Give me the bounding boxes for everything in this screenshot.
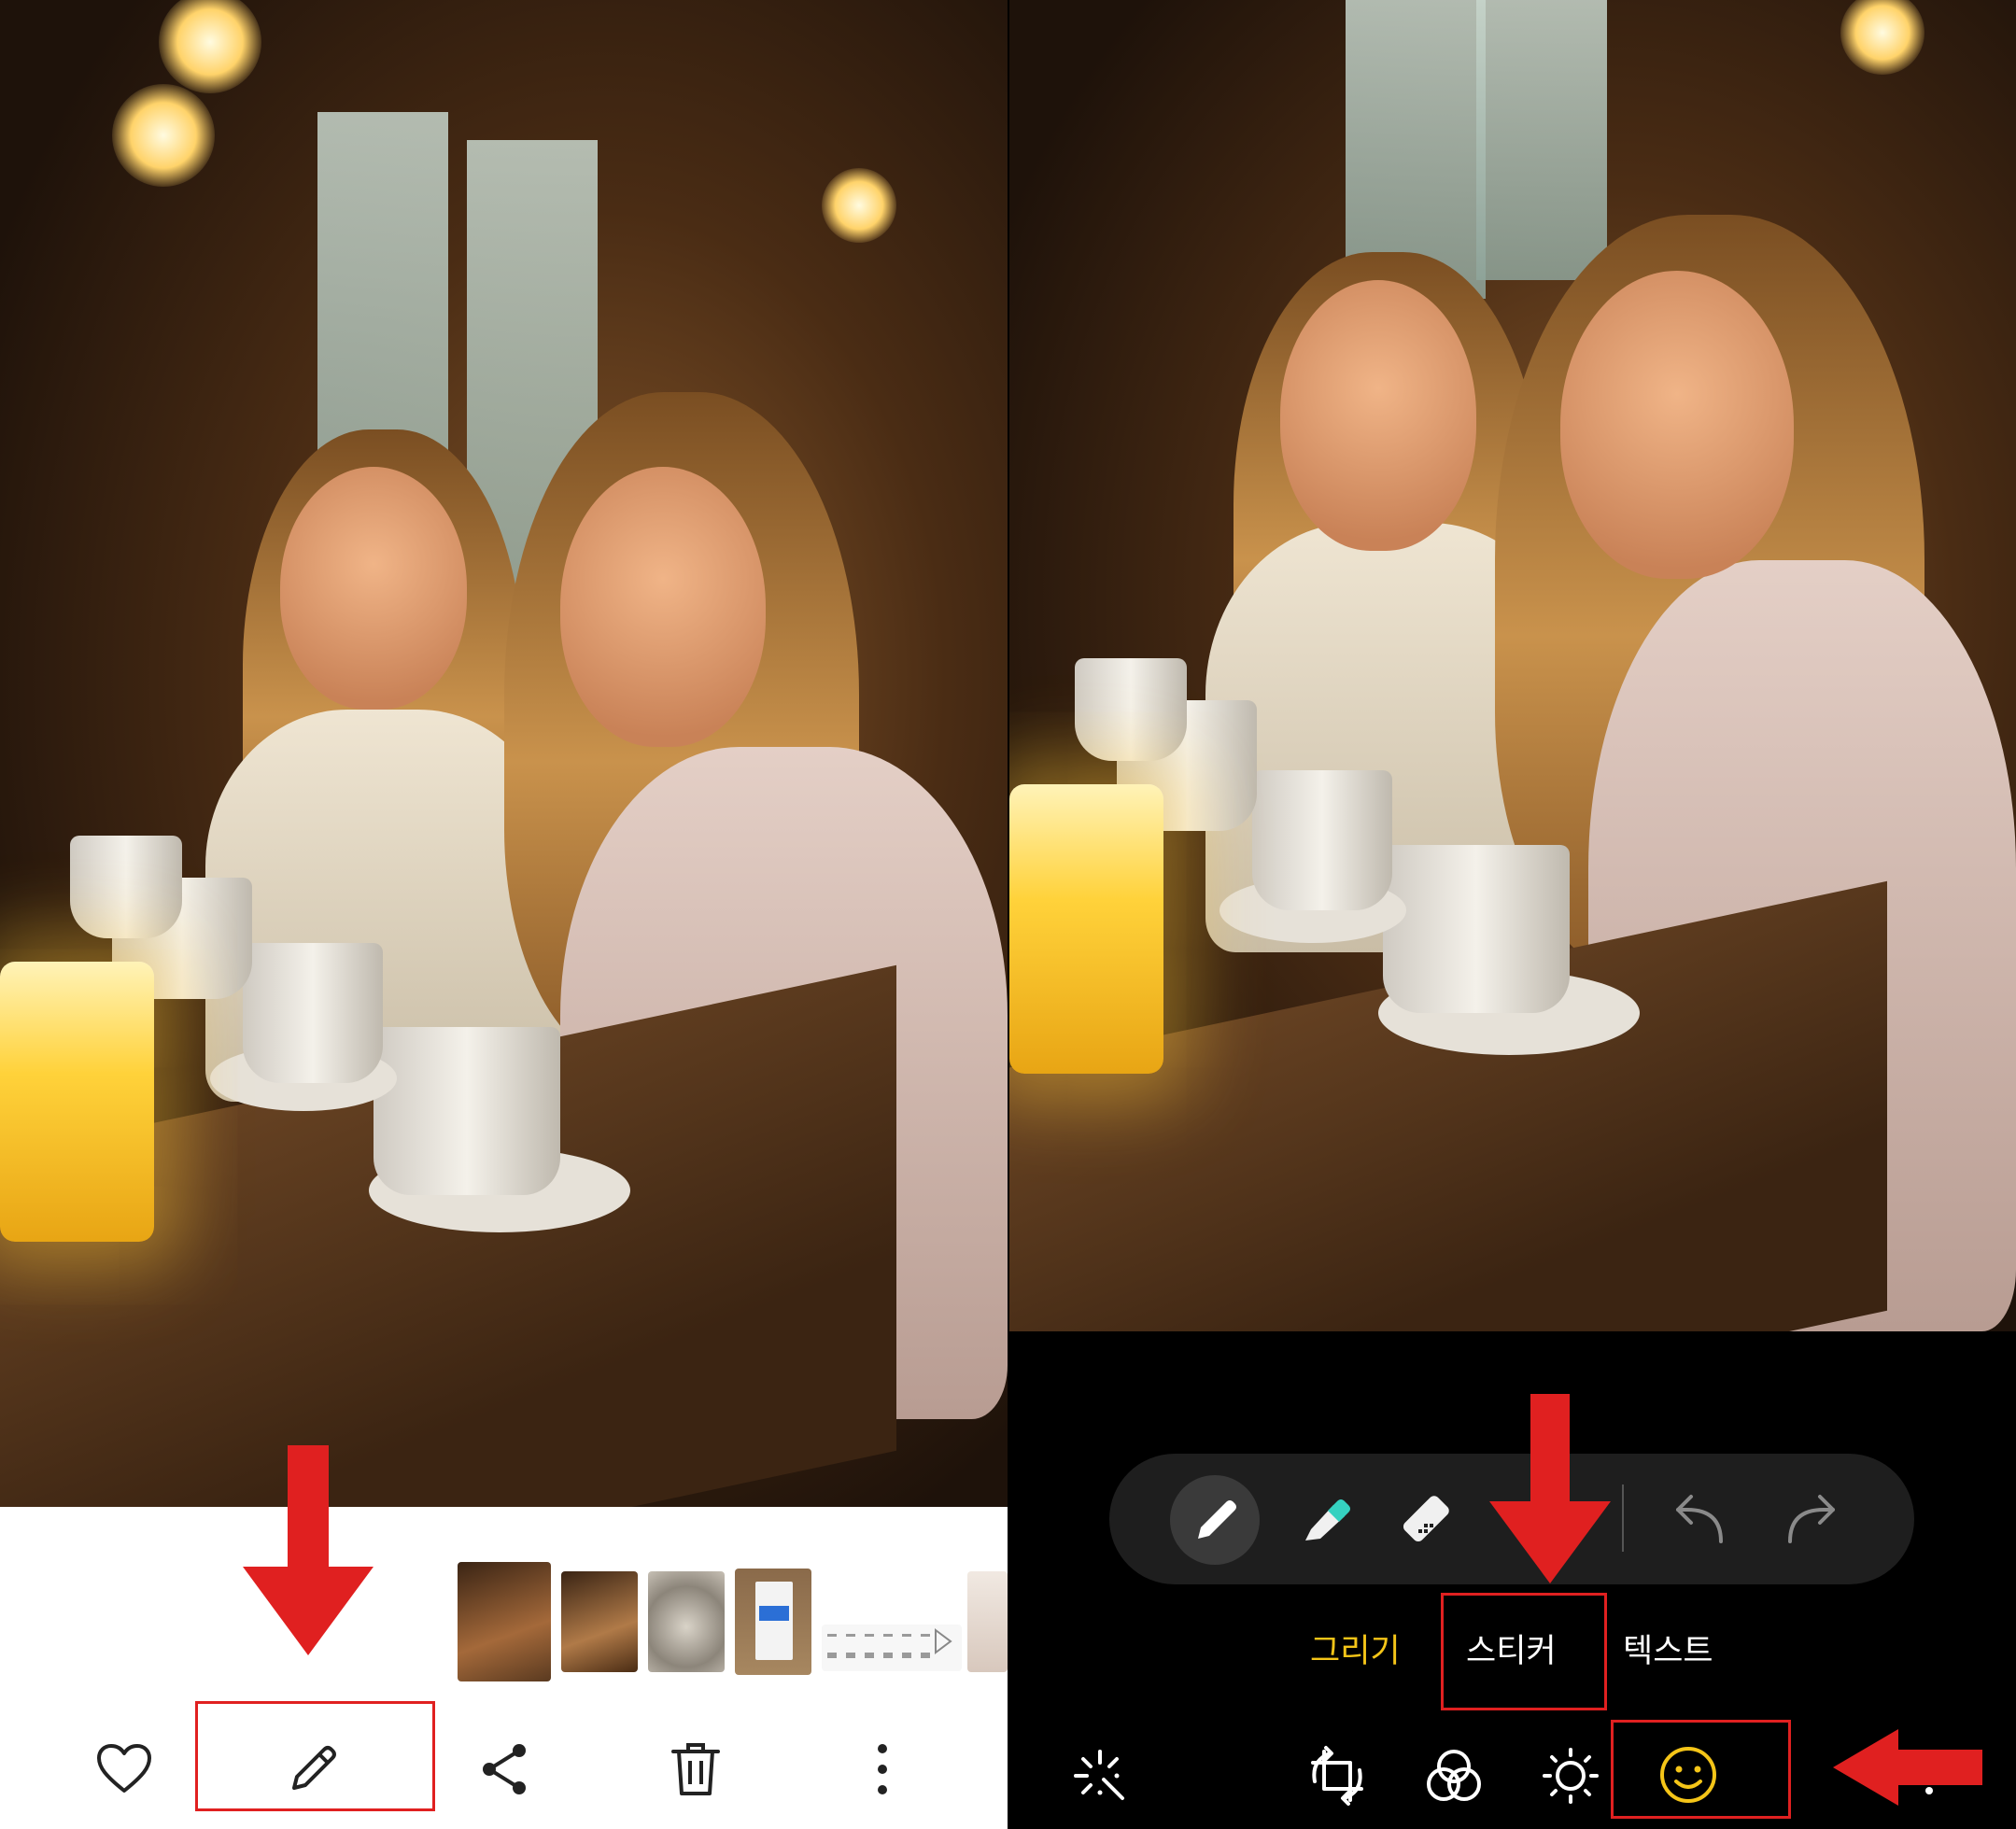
sparkle-icon xyxy=(1074,1750,1124,1800)
tab-draw[interactable]: 그리기 xyxy=(1310,1625,1401,1672)
thumb-partial[interactable] xyxy=(967,1571,1008,1672)
tab-text[interactable]: 텍스트 xyxy=(1623,1625,1713,1672)
crop-icon xyxy=(1311,1746,1363,1806)
down-arrow-annotation xyxy=(243,1445,374,1655)
crop-rotate-button[interactable] xyxy=(1300,1738,1375,1813)
share-icon xyxy=(483,1744,526,1794)
thumb-cafe-1[interactable] xyxy=(458,1562,551,1681)
thumb-cafe-2[interactable] xyxy=(561,1571,638,1672)
brightness-button[interactable] xyxy=(1533,1738,1608,1813)
brightness-icon xyxy=(1543,1748,1599,1804)
heart-icon xyxy=(97,1744,151,1793)
sticker-tab-highlight-box xyxy=(1441,1593,1607,1710)
eraser-tool[interactable] xyxy=(1387,1475,1476,1565)
filters-button[interactable] xyxy=(1417,1738,1491,1813)
eraser-icon xyxy=(1403,1496,1449,1541)
editor-photo-canvas[interactable] xyxy=(1009,0,2016,1331)
undo-button[interactable] xyxy=(1657,1480,1741,1564)
left-arrow-annotation xyxy=(1833,1729,1982,1806)
more-vertical-icon xyxy=(878,1744,887,1794)
tool-separator xyxy=(1622,1484,1624,1552)
filters-icon xyxy=(1427,1750,1481,1801)
highlighter-tool[interactable] xyxy=(1279,1475,1369,1565)
more-button[interactable] xyxy=(854,1732,910,1807)
photo-view[interactable] xyxy=(0,0,1008,1507)
highlighter-icon xyxy=(1305,1499,1350,1541)
thumb-kittens[interactable] xyxy=(648,1571,725,1672)
redo-button[interactable] xyxy=(1769,1480,1854,1564)
thumb-screenshot-grid xyxy=(827,1628,952,1658)
thumb-screenshot[interactable] xyxy=(822,1625,962,1671)
delete-button[interactable] xyxy=(658,1732,733,1807)
undo-icon xyxy=(1676,1495,1723,1543)
decorate-button-highlight-box xyxy=(1611,1720,1791,1819)
gallery-viewer-panel xyxy=(0,0,1008,1829)
edit-button-highlight-box xyxy=(195,1701,435,1811)
pen-tool[interactable] xyxy=(1170,1475,1260,1565)
pen-icon xyxy=(1198,1500,1236,1539)
share-button[interactable] xyxy=(467,1732,542,1807)
favorite-button[interactable] xyxy=(84,1737,164,1802)
thumb-receipt[interactable] xyxy=(735,1569,811,1675)
auto-enhance-button[interactable] xyxy=(1063,1738,1137,1813)
redo-icon xyxy=(1788,1495,1835,1543)
down-arrow-annotation-sticker xyxy=(1489,1394,1611,1583)
trash-icon xyxy=(671,1743,720,1795)
